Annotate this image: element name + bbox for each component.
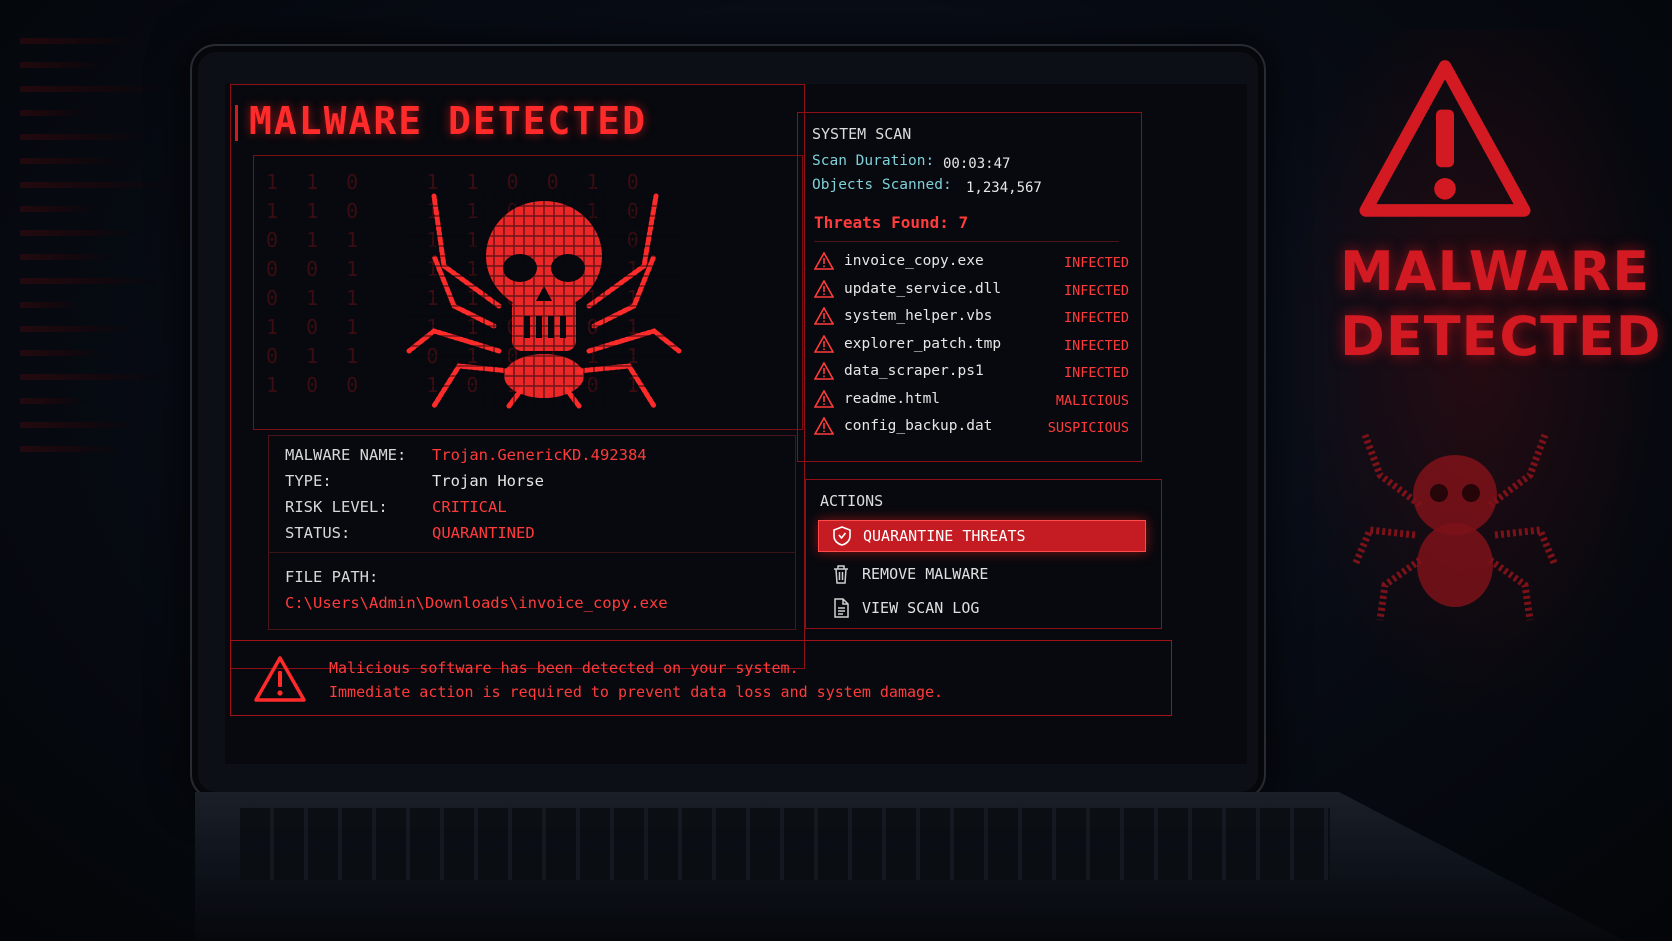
- threat-name: readme.html: [844, 390, 941, 407]
- objects-scanned-label: Objects Scanned:: [812, 177, 952, 193]
- quarantine-threats-button[interactable]: QUARANTINE THREATS: [818, 520, 1146, 552]
- threat-row[interactable]: data_scraper.ps1 INFECTED: [814, 359, 1129, 387]
- title-accent-bar: [235, 105, 238, 141]
- threat-row[interactable]: explorer_patch.tmp INFECTED: [814, 332, 1129, 360]
- spider-skull-icon: [404, 186, 684, 411]
- malware-info-panel: MALWARE NAME: Trojan.GenericKD.492384 TY…: [268, 435, 796, 630]
- remove-malware-label: REMOVE MALWARE: [862, 565, 989, 583]
- info-label-risk-level: RISK LEVEL:: [285, 498, 388, 516]
- threat-status: INFECTED: [1063, 282, 1129, 299]
- file-path-value: C:\Users\Admin\Downloads\invoice_copy.ex…: [285, 594, 668, 612]
- background-text-line-2: DETECTED: [1340, 305, 1662, 368]
- background-warning-icon: [1359, 60, 1531, 217]
- info-label-type: TYPE:: [285, 472, 332, 490]
- info-label-status: STATUS:: [285, 524, 351, 542]
- system-scan-panel: SYSTEM SCAN Scan Duration: 00:03:47 Obje…: [797, 112, 1142, 462]
- trash-icon: [834, 565, 848, 584]
- threat-name: invoice_copy.exe: [844, 253, 984, 269]
- threat-name: config_backup.dat: [844, 418, 993, 434]
- view-scan-log-label: VIEW SCAN LOG: [862, 599, 980, 617]
- warning-triangle-icon: [814, 362, 834, 380]
- threat-list: invoice_copy.exe INFECTED update_service…: [814, 249, 1129, 442]
- alert-message-line-2: Immediate action is required to prevent …: [329, 683, 944, 701]
- threat-status: SUSPICIOUS: [1047, 420, 1129, 436]
- info-divider: [269, 552, 795, 553]
- threat-status: INFECTED: [1063, 255, 1129, 271]
- actions-panel: ACTIONS QUARANTINE THREATS REMOVE MALWAR…: [805, 479, 1162, 629]
- system-scan-title: SYSTEM SCAN: [812, 125, 912, 143]
- threat-name: data_scraper.ps1: [844, 363, 984, 379]
- warning-triangle-icon: [814, 334, 834, 353]
- threat-row[interactable]: invoice_copy.exe INFECTED: [814, 249, 1129, 277]
- threat-status: INFECTED: [1063, 310, 1129, 326]
- malware-art-panel: 1 1 0 1 1 0 0 1 0 1 1 0 1 1 0 1 1 0 0 1 …: [253, 155, 803, 430]
- page-title: MALWARE DETECTED: [249, 99, 648, 143]
- warning-triangle-icon: [814, 252, 834, 270]
- threat-name: explorer_patch.tmp: [844, 335, 1002, 352]
- threat-row[interactable]: readme.html MALICIOUS: [814, 387, 1129, 415]
- threat-status: INFECTED: [1063, 337, 1129, 354]
- document-icon: [834, 598, 849, 618]
- quarantine-threats-label: QUARANTINE THREATS: [863, 527, 1026, 545]
- background-code-lines: [20, 20, 190, 640]
- scan-duration-label: Scan Duration:: [812, 153, 935, 169]
- info-value-type: Trojan Horse: [432, 472, 544, 490]
- view-scan-log-button[interactable]: VIEW SCAN LOG: [818, 592, 1146, 624]
- warning-triangle-icon: [814, 389, 834, 408]
- malware-detail-panel: MALWARE DETECTED 1 1 0 1 1 0 0 1 0 1 1 0…: [230, 84, 805, 669]
- actions-title: ACTIONS: [820, 492, 884, 510]
- scan-duration-value: 00:03:47: [943, 156, 1011, 172]
- threat-name: update_service.dll: [844, 280, 1002, 297]
- threat-status: INFECTED: [1063, 365, 1129, 381]
- info-value-status: QUARANTINED: [432, 524, 535, 542]
- info-value-malware-name: Trojan.GenericKD.492384: [432, 446, 647, 464]
- background-spider-icon: [1351, 433, 1559, 621]
- threat-name: system_helper.vbs: [844, 308, 993, 324]
- laptop-keyboard: [240, 808, 1330, 880]
- threats-found-count: Threats Found: 7: [814, 213, 969, 232]
- warning-triangle-icon: [814, 307, 834, 325]
- threat-row[interactable]: update_service.dll INFECTED: [814, 277, 1129, 305]
- shield-icon: [833, 526, 851, 546]
- threat-row[interactable]: system_helper.vbs INFECTED: [814, 304, 1129, 332]
- threat-status: MALICIOUS: [1055, 392, 1129, 409]
- warning-triangle-icon: [254, 656, 306, 702]
- info-label-malware-name: MALWARE NAME:: [285, 446, 407, 464]
- laptop-screen: MALWARE DETECTED 1 1 0 1 1 0 0 1 0 1 1 0…: [225, 84, 1247, 764]
- threats-divider: [814, 241, 1119, 242]
- background-text-line-1: MALWARE: [1340, 240, 1651, 303]
- remove-malware-button[interactable]: REMOVE MALWARE: [818, 558, 1146, 590]
- warning-triangle-icon: [814, 279, 834, 298]
- threat-row[interactable]: config_backup.dat SUSPICIOUS: [814, 414, 1129, 442]
- objects-scanned-value: 1,234,567: [966, 180, 1042, 196]
- info-value-risk-level: CRITICAL: [432, 498, 507, 516]
- warning-triangle-icon: [814, 417, 834, 435]
- alert-message-line-1: Malicious software has been detected on …: [329, 659, 799, 677]
- file-path-label: FILE PATH:: [285, 568, 379, 586]
- alert-banner: Malicious software has been detected on …: [230, 640, 1172, 716]
